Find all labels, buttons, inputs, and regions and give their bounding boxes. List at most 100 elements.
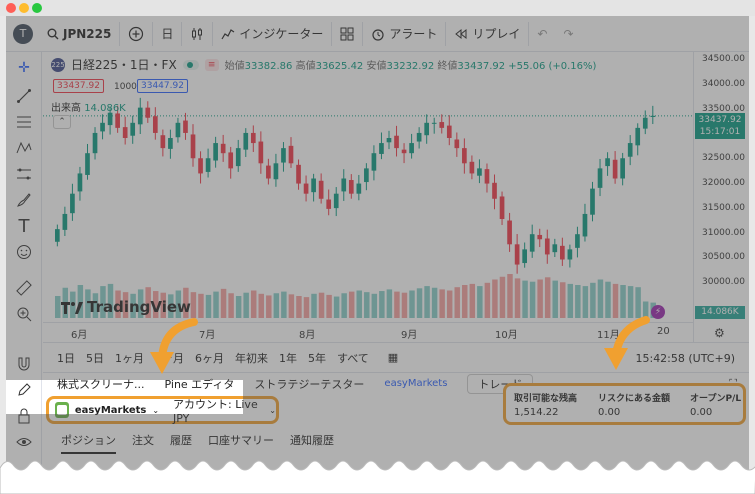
volume-bar: [560, 282, 566, 318]
volume-bar: [401, 292, 408, 318]
volume-bar: [296, 296, 302, 318]
calendar-icon[interactable]: ▦: [388, 351, 398, 364]
close-window-button[interactable]: [6, 3, 16, 13]
time-label: 8月: [299, 330, 316, 341]
user-avatar[interactable]: T: [13, 23, 33, 44]
broker-name[interactable]: easyMarkets: [75, 405, 147, 416]
volume-bar: [213, 291, 219, 318]
chart-pane[interactable]: 225 日経225・1日・FX ≡ 始値33382.86 高値33625.42 …: [43, 52, 749, 342]
plus-circle-icon: [129, 26, 144, 41]
compare-symbol-button[interactable]: [120, 21, 154, 46]
volume-bar: [484, 282, 491, 318]
prediction-icon[interactable]: [14, 164, 34, 184]
fib-retracement-icon[interactable]: [14, 112, 34, 132]
symbol-search-button[interactable]: JPN225: [39, 21, 121, 46]
lock-drawing-pencil-icon[interactable]: [14, 380, 34, 400]
candle-body: [635, 127, 641, 146]
candle-body: [281, 148, 286, 163]
lock-icon[interactable]: [14, 406, 34, 426]
interval-label: 日: [161, 27, 174, 41]
text-tool-icon[interactable]: T: [14, 216, 34, 237]
volume-bar: [228, 293, 234, 318]
price-scale[interactable]: 34500.0034000.0033500.0033000.0032500.00…: [693, 52, 749, 342]
maximize-window-button[interactable]: [32, 3, 42, 13]
volume-bar: [416, 288, 423, 318]
volume-bar: [439, 289, 445, 318]
volume-bar: [326, 294, 332, 318]
broker-account-selector[interactable]: easyMarkets ⌄ アカウント: Live JPY ⌄: [46, 396, 279, 425]
layouts-button[interactable]: [332, 21, 364, 46]
candle-body: [266, 165, 271, 179]
settings-gear-icon[interactable]: ⚙: [714, 326, 725, 340]
magnet-icon[interactable]: [14, 354, 34, 374]
range-5y[interactable]: 5年: [308, 350, 326, 366]
range-1d[interactable]: 1日: [57, 350, 75, 366]
alert-button[interactable]: アラート: [363, 21, 447, 46]
candle-body: [348, 180, 354, 194]
tab-stock-screener[interactable]: 株式スクリーナ...: [57, 376, 145, 392]
tab-strategy-tester[interactable]: ストラテジーテスター: [254, 376, 364, 392]
volume-bar: [250, 290, 257, 318]
zoom-in-icon[interactable]: [14, 304, 34, 324]
account-selector[interactable]: アカウント: Live JPY: [173, 396, 263, 425]
candle-body: [582, 213, 588, 237]
candle-body: [107, 112, 113, 126]
tab-notifications[interactable]: 通知履歴: [290, 432, 334, 448]
time-axis[interactable]: 6月 7月 8月 9月 10月 11月 20: [43, 322, 693, 342]
range-all[interactable]: すべて: [337, 350, 369, 366]
tab-orders[interactable]: 注文: [132, 432, 154, 448]
range-ytd[interactable]: 年初来: [235, 350, 268, 366]
brush-icon[interactable]: [14, 190, 34, 210]
time-label: 9月: [401, 330, 418, 341]
title-bar: [0, 0, 755, 16]
redo-button[interactable]: ↷: [555, 22, 581, 46]
candle-body: [85, 153, 90, 175]
volume-bar: [469, 283, 476, 318]
tab-account-summary[interactable]: 口座サマリー: [208, 432, 274, 448]
candle-body: [122, 127, 128, 138]
chart-type-button[interactable]: [182, 21, 214, 46]
tab-easymarkets[interactable]: easyMarkets: [384, 378, 447, 389]
replay-button[interactable]: リプレイ: [446, 21, 530, 46]
tab-history[interactable]: 履歴: [170, 432, 192, 448]
candle-body: [273, 163, 279, 180]
volume-bar: [424, 286, 430, 318]
candle-body: [258, 141, 264, 164]
smiley-icon[interactable]: [14, 242, 34, 262]
drawing-toolbar: ✛ T: [6, 52, 42, 494]
candle-body: [288, 145, 294, 164]
available-balance: 取引可能な残高 1,514.22: [514, 394, 578, 418]
volume-bar: [612, 283, 619, 318]
undo-button[interactable]: ↶: [529, 22, 555, 46]
range-1y[interactable]: 1年: [279, 350, 297, 366]
top-toolbar: T JPN225 日 インジケーター アラート リプレイ ↶ ↷: [6, 16, 749, 52]
interval-button[interactable]: 日: [153, 21, 183, 46]
alarm-clock-icon: [372, 28, 384, 41]
redo-icon: ↷: [563, 26, 574, 41]
volume-bar: [198, 293, 204, 318]
collapse-legend-button[interactable]: ⌃: [53, 115, 71, 129]
sell-price-button[interactable]: 33437.92: [53, 79, 104, 93]
crosshair-icon[interactable]: ✛: [14, 58, 34, 78]
lot-size[interactable]: 1000: [114, 82, 137, 92]
range-1m[interactable]: 1ヶ月: [115, 350, 144, 366]
pattern-icon[interactable]: [14, 138, 34, 158]
torn-edge: [0, 460, 755, 494]
trend-line-icon[interactable]: [14, 86, 34, 106]
buy-price-button[interactable]: 33447.92: [137, 79, 188, 93]
range-5d[interactable]: 5日: [86, 350, 104, 366]
candle-body: [250, 132, 256, 144]
indicators-button[interactable]: インジケーター: [213, 21, 333, 46]
candle-body: [228, 152, 234, 169]
candle-body: [552, 244, 558, 253]
minimize-window-button[interactable]: [19, 3, 29, 13]
menu-badge-icon[interactable]: ≡: [204, 58, 219, 71]
volume-bar: [243, 292, 249, 318]
candle-body: [492, 182, 497, 199]
candle-body: [605, 158, 610, 167]
symbol-title[interactable]: 日経225・1日・FX: [71, 56, 177, 73]
volume-bar: [356, 290, 362, 318]
price-label: 30500.00: [702, 252, 745, 263]
ruler-icon[interactable]: [14, 278, 34, 298]
candle-body: [205, 158, 211, 172]
